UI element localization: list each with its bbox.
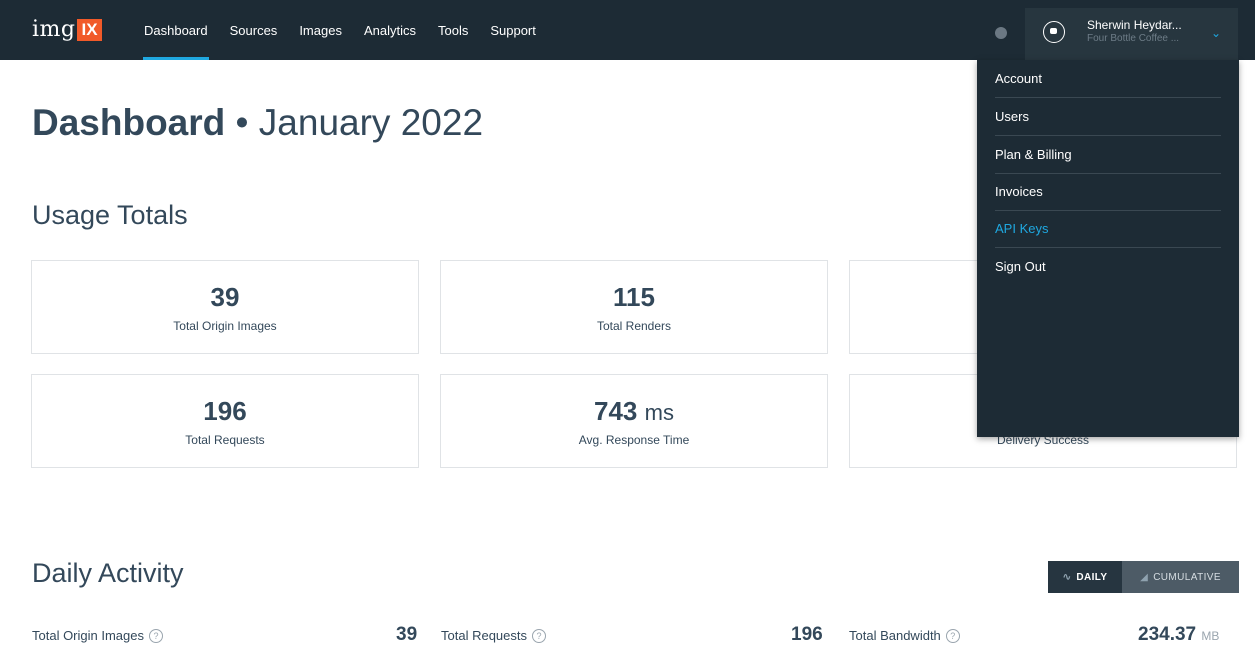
cumulative-toggle-button[interactable]: ◢ CUMULATIVE xyxy=(1122,561,1239,593)
stat-label: Total Renders xyxy=(596,319,672,333)
stat-card-response-time: 743 ms Avg. Response Time xyxy=(440,374,828,468)
nav-sources[interactable]: Sources xyxy=(219,0,289,60)
page-title-month: January 2022 xyxy=(258,102,484,143)
nav-dashboard[interactable]: Dashboard xyxy=(133,0,219,60)
stat-unit: ms xyxy=(644,400,674,425)
title-separator: • xyxy=(235,102,249,143)
stat-card-requests: 196 Total Requests xyxy=(31,374,419,468)
stat-label: Avg. Response Time xyxy=(578,433,690,447)
stat-label: Total Requests xyxy=(185,433,265,447)
nav-analytics[interactable]: Analytics xyxy=(353,0,427,60)
daily-stats-row: Total Origin Images? 39 Total Requests? … xyxy=(0,624,1255,646)
stat-value: 39 xyxy=(210,282,240,312)
top-navigation-bar: img IX Dashboard Sources Images Analytics… xyxy=(0,0,1255,60)
stat-value: 115 xyxy=(613,282,655,312)
avatar xyxy=(1043,21,1065,43)
nav-tools[interactable]: Tools xyxy=(427,0,479,60)
stat-value: 196 xyxy=(203,396,247,426)
chevron-down-icon: ⌄ xyxy=(1211,26,1222,40)
daily-label: DAILY xyxy=(1076,571,1108,583)
menu-item-plan-billing[interactable]: Plan & Billing xyxy=(995,136,1221,174)
daily-toggle-button[interactable]: ∿ DAILY xyxy=(1048,561,1122,593)
stat-card-renders: 115 Total Renders xyxy=(440,260,828,354)
main-nav: Dashboard Sources Images Analytics Tools… xyxy=(133,0,547,60)
stat-label: Total Origin Images xyxy=(173,319,277,333)
imgix-logo[interactable]: img IX xyxy=(32,17,102,42)
cumulative-label: CUMULATIVE xyxy=(1153,571,1221,583)
stat-value-origin-images: 39 xyxy=(396,624,418,645)
user-dropdown-menu: Account Users Plan & Billing Invoices AP… xyxy=(977,60,1239,437)
line-chart-icon: ∿ xyxy=(1062,571,1072,583)
nav-images[interactable]: Images xyxy=(288,0,353,60)
logo-text: img xyxy=(32,17,76,42)
page-title: Dashboard • January 2022 xyxy=(32,102,483,144)
nav-support[interactable]: Support xyxy=(479,0,547,60)
stat-number: 743 xyxy=(594,396,638,426)
info-icon[interactable] xyxy=(995,27,1007,39)
menu-item-api-keys[interactable]: API Keys xyxy=(995,210,1221,248)
page-title-main: Dashboard xyxy=(32,102,226,143)
user-name: Sherwin Heydar... xyxy=(1087,18,1182,32)
logo-box: IX xyxy=(77,18,102,41)
user-menu-toggle[interactable]: Sherwin Heydar... Four Bottle Coffee ...… xyxy=(1025,8,1238,60)
usage-totals-heading: Usage Totals xyxy=(32,200,188,230)
stat-card-origin-images: 39 Total Origin Images xyxy=(31,260,419,354)
area-chart-icon: ◢ xyxy=(1140,571,1149,583)
menu-item-account[interactable]: Account xyxy=(995,60,1221,98)
stat-value: 743 ms xyxy=(441,396,827,427)
stat-value-bandwidth: 234.37 MB xyxy=(1138,624,1219,646)
menu-item-users[interactable]: Users xyxy=(995,98,1221,136)
menu-item-sign-out[interactable]: Sign Out xyxy=(995,248,1221,285)
menu-item-invoices[interactable]: Invoices xyxy=(995,173,1221,211)
bandwidth-number: 234.37 xyxy=(1138,624,1197,645)
daily-activity-heading: Daily Activity xyxy=(32,558,184,588)
view-toggle: ∿ DAILY ◢ CUMULATIVE xyxy=(1048,561,1239,593)
stat-value-requests: 196 xyxy=(791,624,823,645)
user-organization: Four Bottle Coffee ... xyxy=(1087,33,1180,44)
